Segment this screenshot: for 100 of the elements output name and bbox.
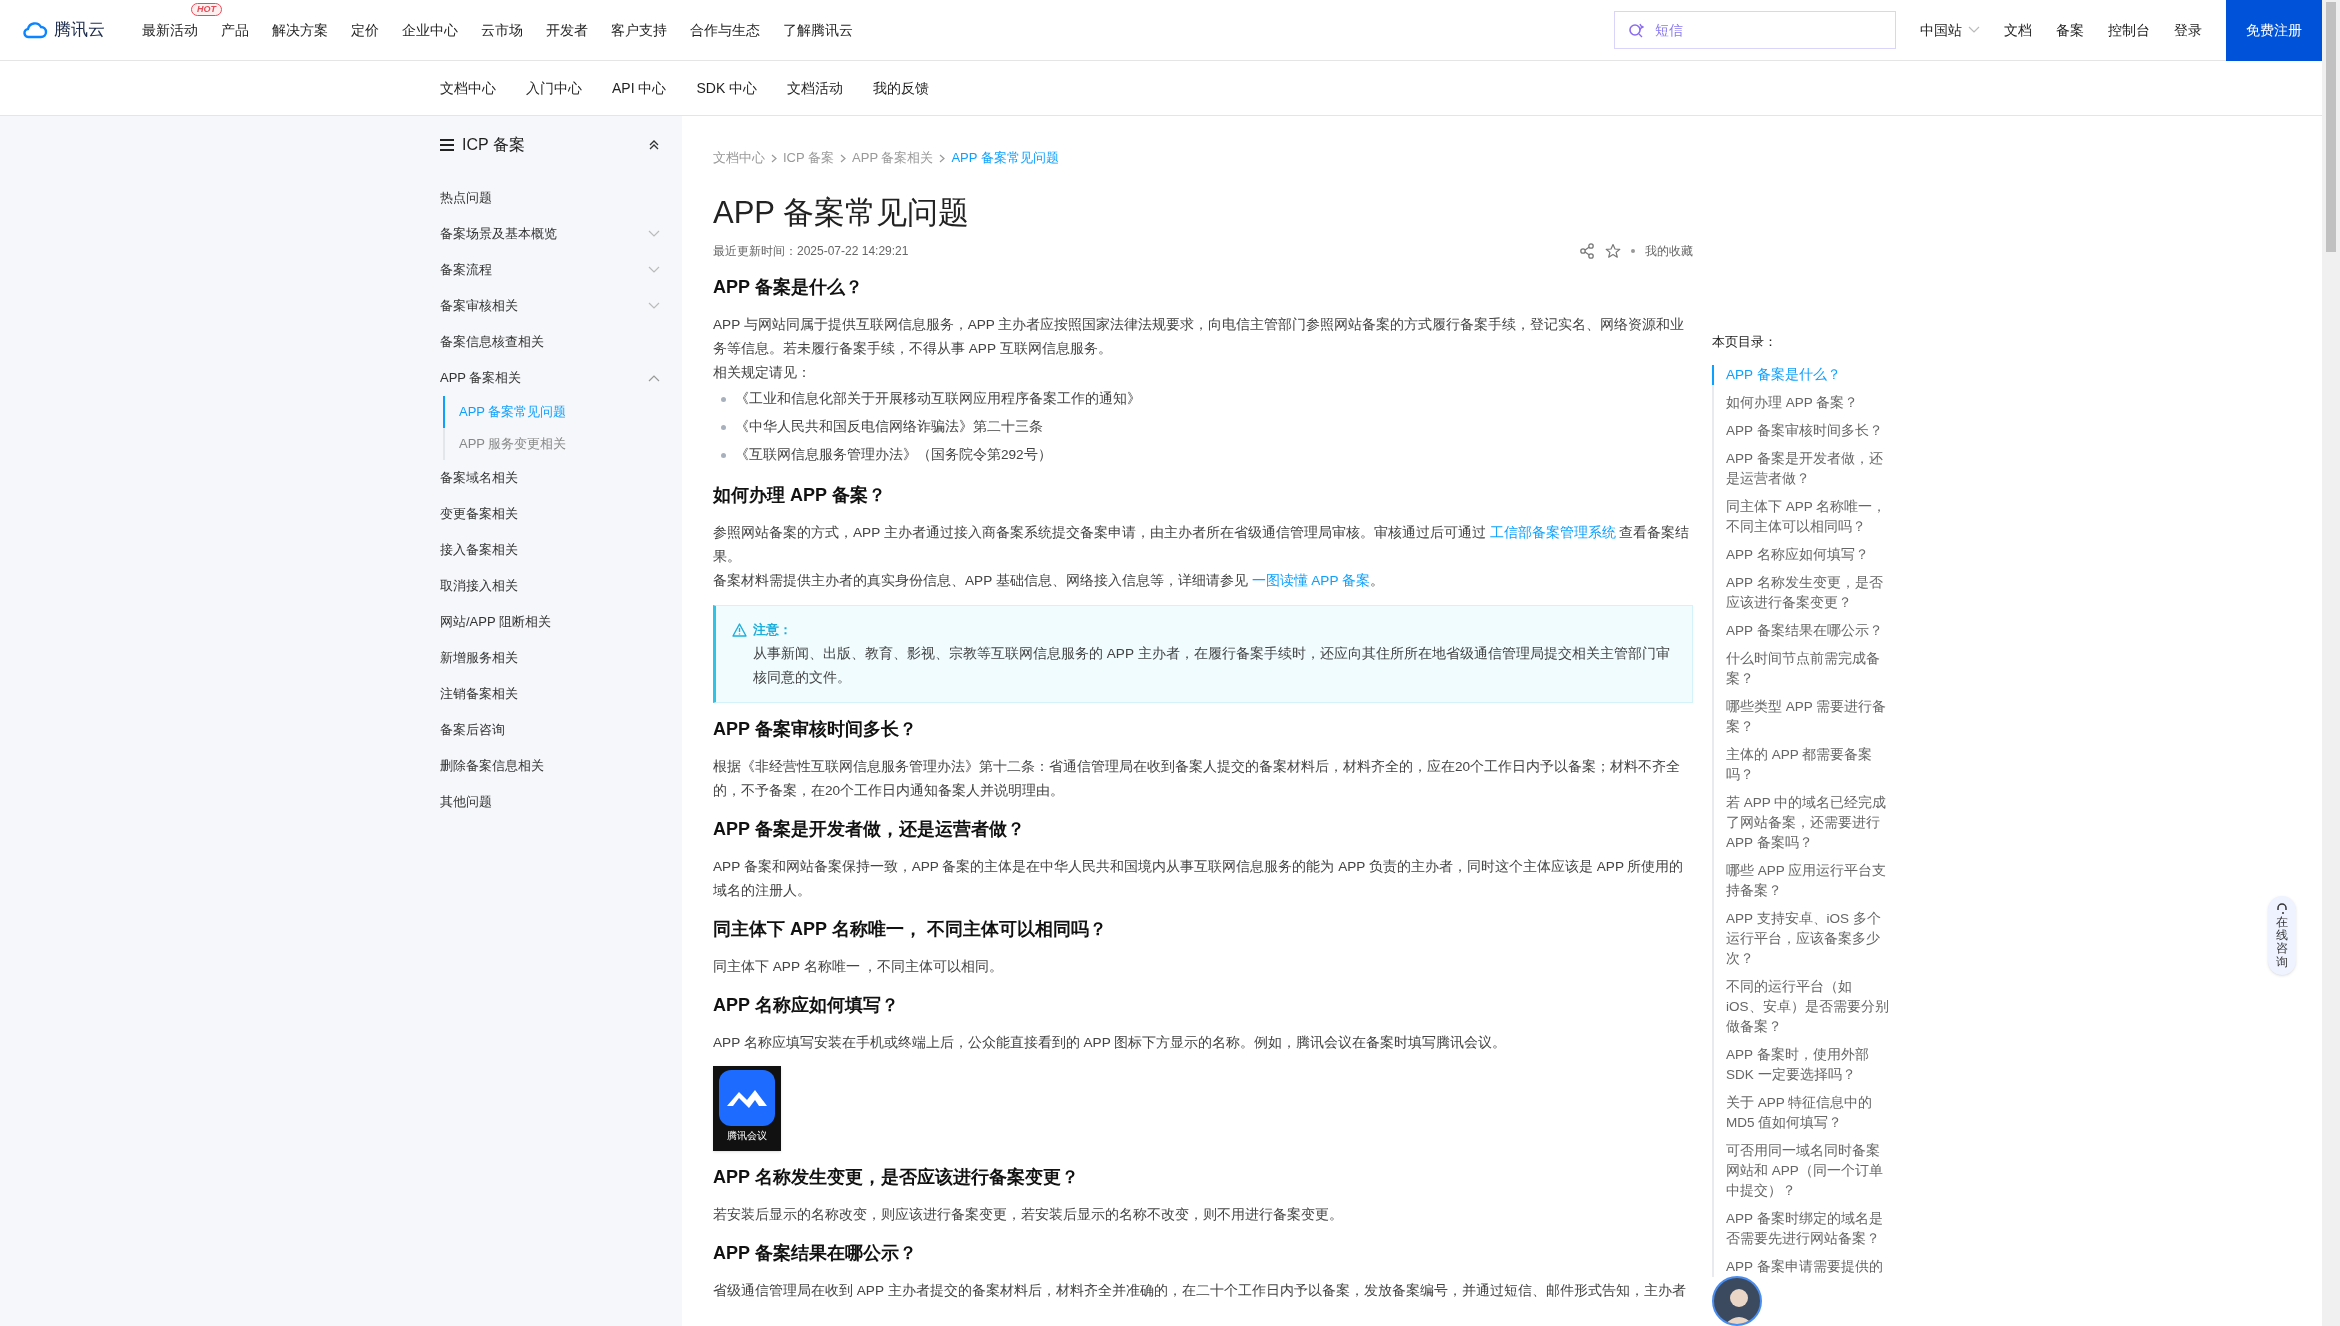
logo-text[interactable]: 腾讯云 bbox=[54, 17, 105, 43]
paragraph: 参照网站备案的方式，APP 主办者通过接入商备案系统提交备案申请，由主办者所在省级通信管理局审核。审核通过后可通过 工信部备案管理系统 查看备案结果。 bbox=[713, 524, 1691, 566]
sidebar-title: ICP 备案 bbox=[462, 135, 525, 155]
nav-link[interactable]: 定价 bbox=[351, 22, 379, 38]
section-heading: APP 备案结果在哪公示？ bbox=[713, 1242, 918, 1265]
section-heading: APP 名称发生变更，是否应该进行备案变更？ bbox=[713, 1166, 1080, 1189]
header-link[interactable]: 文档 bbox=[2004, 19, 2032, 41]
avatar bbox=[1712, 1276, 1762, 1326]
paragraph: 根据《非经营性互联网信息服务管理办法》第十二条：省通信管理局在收到备案人提交的备案材料后，材料齐全的，应在20个工作日内予以备案；材料不齐全的，不予备案，在20个工作日内通知备案人并说明理由。 bbox=[713, 758, 1682, 800]
paragraph: 相关规定请见： bbox=[713, 364, 812, 382]
subnav-link[interactable]: 入门中心 bbox=[526, 77, 582, 99]
nav-link[interactable]: 合作与生态 bbox=[690, 22, 760, 38]
nav-link[interactable]: 产品 bbox=[221, 22, 249, 38]
bullet-icon bbox=[721, 396, 726, 402]
share-icon[interactable] bbox=[1579, 243, 1595, 259]
section-heading: APP 名称应如何填写？ bbox=[713, 994, 900, 1017]
header-link[interactable]: 备案 bbox=[2056, 19, 2084, 41]
nav-link[interactable]: 云市场 bbox=[481, 22, 523, 38]
toc-link[interactable]: APP 备案审核时间多长？ bbox=[1712, 421, 1892, 441]
sidebar-item[interactable]: 其他问题 bbox=[440, 784, 660, 820]
sidebar-item[interactable]: 取消接入相关 bbox=[440, 568, 660, 604]
header-link[interactable]: 控制台 bbox=[2108, 19, 2150, 41]
sidebar-item[interactable]: 注销备案相关 bbox=[440, 676, 660, 712]
app-logo-icon bbox=[719, 1070, 775, 1126]
toc-link[interactable]: APP 备案时绑定的域名是否需要先进行网站备案？ bbox=[1712, 1209, 1892, 1249]
toc-title: 本页目录： bbox=[1712, 333, 1778, 351]
toc-link[interactable]: 同主体下 APP 名称唯一，不同主体可以相同吗？ bbox=[1712, 497, 1892, 537]
subnav-link[interactable]: 文档中心 bbox=[440, 77, 496, 99]
toc-link[interactable]: 若 APP 中的域名已经完成了网站备案，还需要进行 APP 备案吗？ bbox=[1712, 793, 1892, 853]
signup-button[interactable]: 免费注册 bbox=[2226, 0, 2322, 61]
sidebar-item[interactable]: 备案流程 bbox=[440, 252, 660, 288]
toc-link[interactable]: 哪些 APP 应用运行平台支持备案？ bbox=[1712, 861, 1892, 901]
cloud-logo-icon bbox=[22, 21, 48, 39]
list-item: 《工业和信息化部关于开展移动互联网应用程序备案工作的通知》 bbox=[735, 389, 1141, 408]
chevron-up-icon bbox=[648, 374, 660, 382]
sidebar-item[interactable]: 新增服务相关 bbox=[440, 640, 660, 676]
paragraph: 备案材料需提供主办者的真实身份信息、APP 基础信息、网络接入信息等，详细请参见 一图读懂 APP 备案。 bbox=[713, 572, 1386, 590]
nav-link[interactable]: 企业中心 bbox=[402, 22, 458, 38]
toc-link[interactable]: APP 备案是开发者做，还是运营者做？ bbox=[1712, 449, 1892, 489]
list-item: 《互联网信息服务管理办法》（国务院令第292号） bbox=[735, 445, 1052, 464]
paragraph: APP 备案和网站备案保持一致，APP 备案的主体是在中华人民共和国境内从事互联网信息服务的能为 APP 负责的主办者，同时这个主体应该是 APP 所使用的域名的注册人。 bbox=[713, 858, 1685, 900]
sidebar-item[interactable]: 热点问题 bbox=[440, 180, 660, 216]
section-heading: APP 备案是什么？ bbox=[713, 276, 864, 299]
toc-link[interactable]: 什么时间节点前需完成备案？ bbox=[1712, 649, 1892, 689]
search-field[interactable]: 短信 bbox=[1614, 11, 1896, 49]
chevron-down-icon bbox=[648, 266, 660, 274]
nav-link[interactable]: 开发者 bbox=[546, 22, 588, 38]
sidebar-item[interactable]: 删除备案信息相关 bbox=[440, 748, 660, 784]
toc-link[interactable]: 主体的 APP 都需要备案吗？ bbox=[1712, 745, 1892, 785]
favorites-link[interactable]: 我的收藏 bbox=[1645, 242, 1693, 260]
toc-link[interactable]: APP 支持安卓、iOS 多个运行平台，应该备案多少次？ bbox=[1712, 909, 1892, 969]
chevron-right-icon bbox=[840, 153, 847, 163]
toc-link[interactable]: APP 备案结果在哪公示？ bbox=[1712, 621, 1892, 641]
toc-link[interactable]: 不同的运行平台（如 iOS、安卓）是否需要分别做备案？ bbox=[1712, 977, 1892, 1037]
sidebar-item[interactable]: 备案场景及基本概览 bbox=[440, 216, 660, 252]
hot-badge: HOT bbox=[191, 3, 222, 16]
list-item: 《中华人民共和国反电信网络诈骗法》第二十三条 bbox=[735, 417, 1043, 436]
subnav-link[interactable]: 文档活动 bbox=[787, 77, 844, 99]
warning-icon bbox=[732, 623, 747, 637]
sidebar-item[interactable]: 备案后咨询 bbox=[440, 712, 660, 748]
online-consult-button[interactable]: 在线咨询 bbox=[2268, 896, 2296, 975]
nav-link[interactable]: 解决方案 bbox=[272, 22, 328, 38]
subnav-link[interactable]: SDK 中心 bbox=[696, 77, 758, 99]
nav-link[interactable]: 最新活动 bbox=[142, 22, 198, 38]
scrollbar[interactable] bbox=[2322, 0, 2340, 1326]
collapse-icon[interactable] bbox=[648, 139, 660, 151]
sidebar-item[interactable]: 备案审核相关 bbox=[440, 288, 660, 324]
section-heading: 如何办理 APP 备案？ bbox=[713, 484, 887, 507]
subnav-link[interactable]: 我的反馈 bbox=[873, 77, 930, 99]
toc-link[interactable]: 如何办理 APP 备案？ bbox=[1712, 393, 1892, 413]
paragraph: 省级通信管理局在收到 APP 主办者提交的备案材料后，材料齐全并准确的，在二十个工作日内予以备案，发放备案编号，并通过短信、邮件形式告知，主办者 bbox=[713, 1282, 1687, 1300]
subnav-link[interactable]: API 中心 bbox=[612, 77, 667, 99]
sidebar-item[interactable]: APP 备案相关 bbox=[440, 360, 660, 396]
sidebar-item[interactable]: 变更备案相关 bbox=[440, 496, 660, 532]
bullet-icon bbox=[721, 452, 726, 458]
toc-link[interactable]: 哪些类型 APP 需要进行备案？ bbox=[1712, 697, 1892, 737]
paragraph: 同主体下 APP 名称唯一 ，不同主体可以相同。 bbox=[713, 958, 1005, 976]
region-selector[interactable]: 中国站 bbox=[1920, 19, 1980, 41]
search-icon bbox=[1628, 22, 1644, 38]
headset-icon bbox=[2276, 902, 2288, 914]
section-heading: APP 备案是开发者做，还是运营者做？ bbox=[713, 818, 1026, 841]
sidebar-item[interactable]: 网站/APP 阻断相关 bbox=[440, 604, 660, 640]
sidebar-item[interactable]: 备案域名相关 bbox=[440, 460, 660, 496]
chevron-down-icon bbox=[1968, 26, 1980, 34]
chevron-right-icon bbox=[771, 153, 777, 163]
star-icon[interactable] bbox=[1605, 243, 1621, 259]
toc-link[interactable]: 关于 APP 特征信息中的 MD5 值如何填写？ bbox=[1712, 1093, 1892, 1133]
chevron-down-icon bbox=[648, 302, 660, 310]
page-title: APP 备案常见问题 bbox=[713, 194, 971, 232]
nav-link[interactable]: 客户支持 bbox=[611, 22, 667, 38]
toc-link[interactable]: APP 备案时，使用外部 SDK 一定要选择吗？ bbox=[1712, 1045, 1892, 1085]
toc-link[interactable]: 可否用同一域名同时备案网站和 APP（同一个订单中提交）？ bbox=[1712, 1141, 1892, 1201]
header-link[interactable]: 登录 bbox=[2174, 19, 2202, 41]
nav-link[interactable]: 了解腾讯云 bbox=[783, 22, 853, 38]
toc-link[interactable]: APP 名称应如何填写？ bbox=[1712, 545, 1892, 565]
section-heading: APP 备案审核时间多长？ bbox=[713, 718, 918, 741]
sidebar-item[interactable]: 接入备案相关 bbox=[440, 532, 660, 568]
toc-link[interactable]: APP 备案申请需要提供的 bbox=[1712, 1257, 1892, 1277]
sidebar-item[interactable]: 备案信息核查相关 bbox=[440, 324, 660, 360]
toc-link[interactable]: APP 名称发生变更，是否应该进行备案变更？ bbox=[1712, 573, 1892, 613]
